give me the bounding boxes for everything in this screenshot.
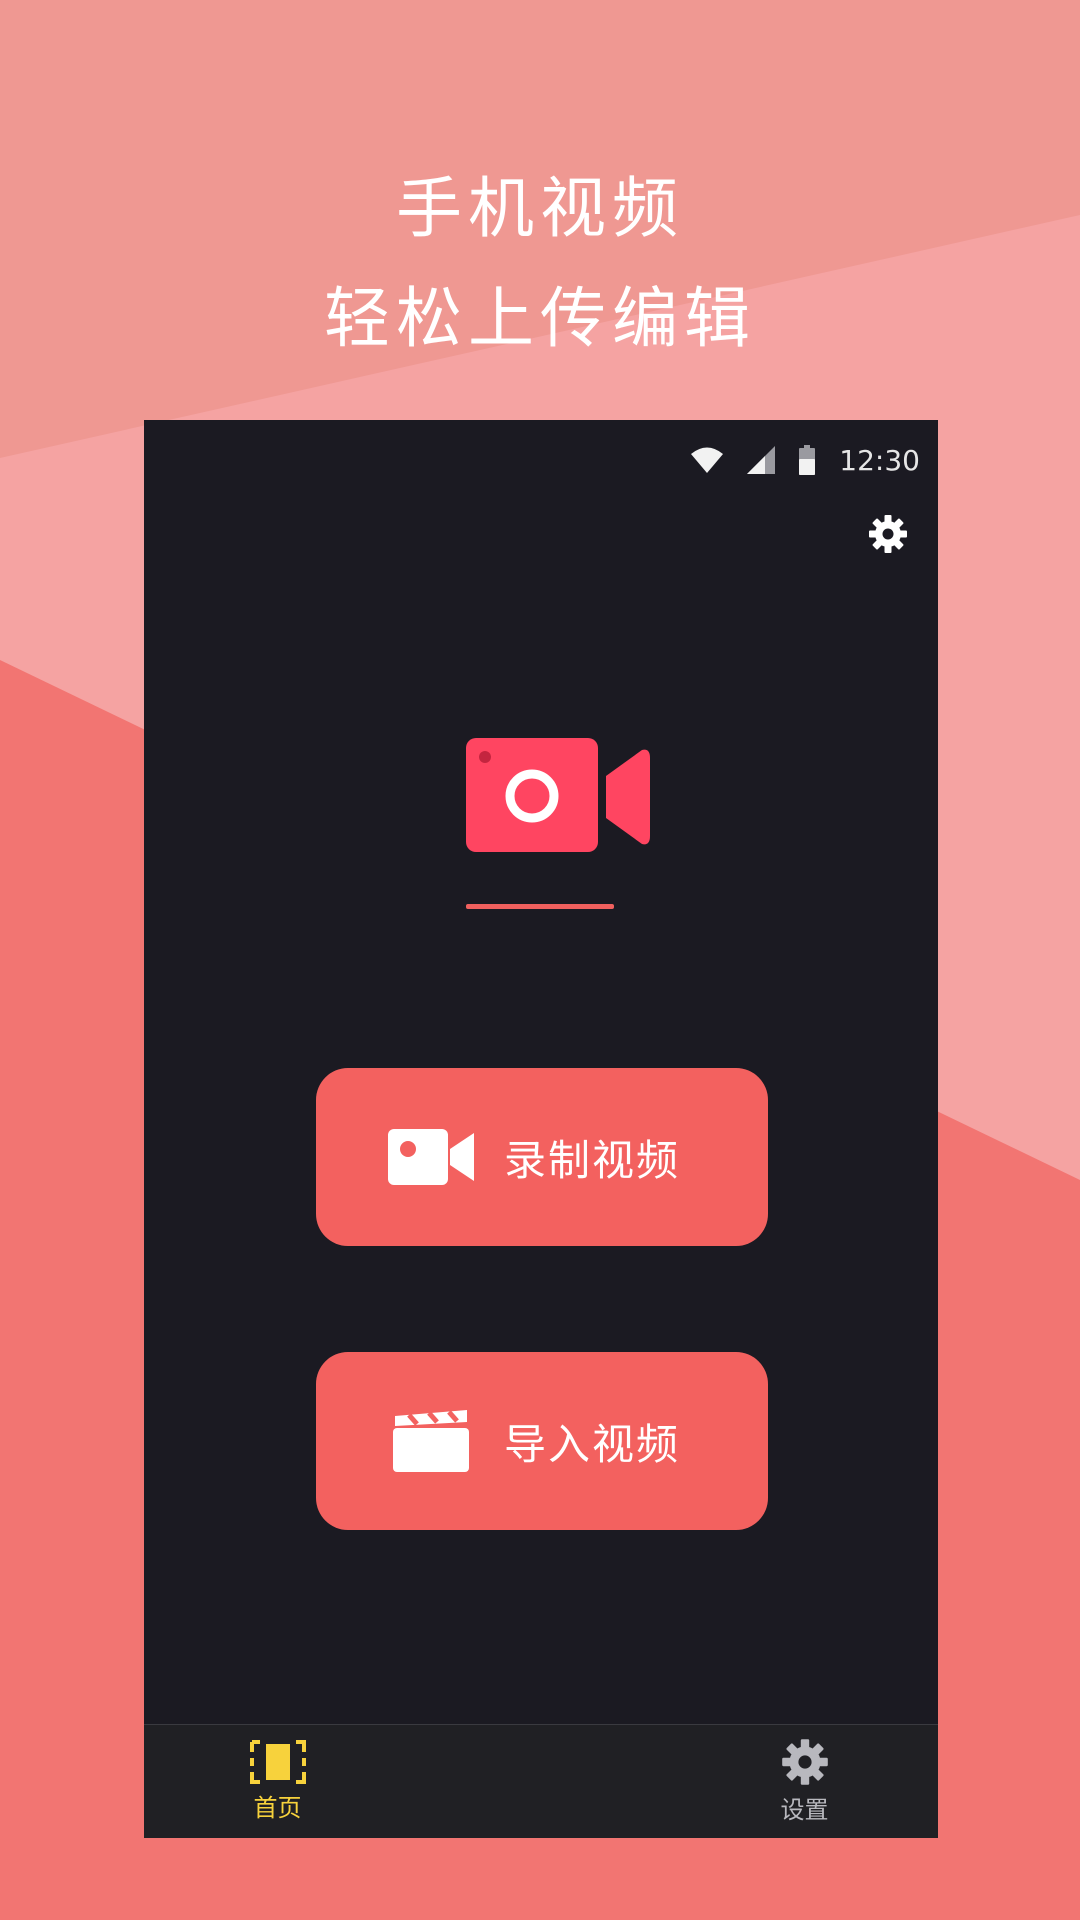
tab-settings[interactable]: 设置 (541, 1725, 938, 1838)
bottom-tab-bar: 首页 设置 (144, 1724, 938, 1838)
status-time: 12:30 (839, 443, 920, 477)
phone-screen: 12:30 录制视频 导入视频 首页 设置 (144, 420, 938, 1838)
tab-home[interactable]: 首页 (144, 1725, 541, 1838)
promo-headline-line2: 轻松上传编辑 (324, 280, 756, 357)
clapperboard-icon (388, 1406, 474, 1476)
import-video-label: 导入视频 (504, 1419, 681, 1469)
film-frame-icon (249, 1740, 306, 1784)
status-bar: 12:30 (691, 438, 920, 482)
import-video-button[interactable]: 导入视频 (316, 1352, 768, 1530)
logo-underline (466, 904, 614, 909)
app-logo-video-camera-icon (466, 738, 650, 852)
gear-icon (781, 1739, 828, 1785)
wifi-icon (691, 447, 724, 473)
gear-icon (869, 515, 907, 553)
settings-button[interactable] (862, 508, 914, 560)
record-video-button[interactable]: 录制视频 (316, 1068, 768, 1246)
signal-icon (747, 446, 776, 474)
video-camera-icon (388, 1122, 474, 1192)
promo-headline-line1: 手机视频 (396, 170, 684, 247)
tab-settings-label: 设置 (780, 1796, 829, 1824)
record-video-label: 录制视频 (504, 1135, 681, 1185)
tab-home-label: 首页 (253, 1794, 302, 1822)
battery-icon (799, 445, 816, 475)
